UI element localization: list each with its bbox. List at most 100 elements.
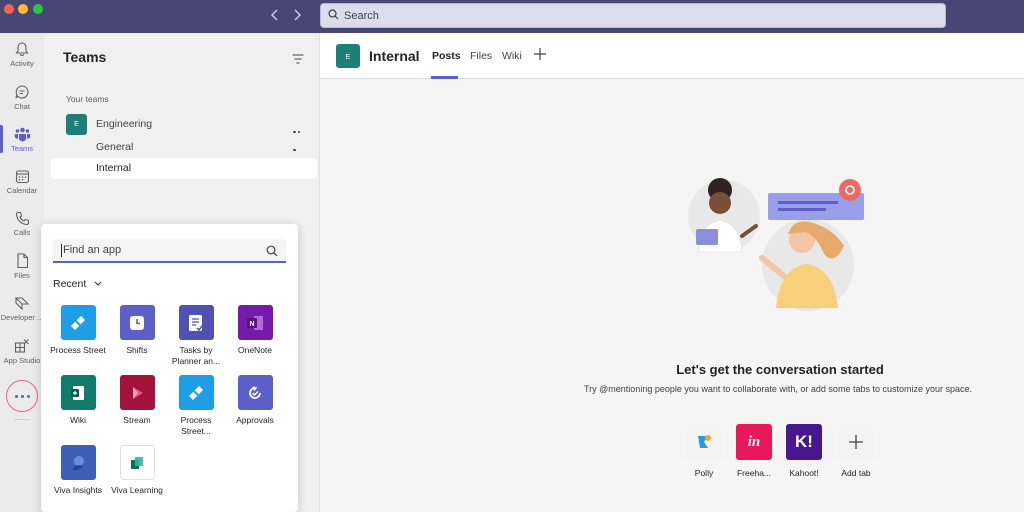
polly-icon — [686, 424, 722, 460]
add-tab-button[interactable]: Add tab — [826, 424, 886, 478]
recent-dropdown[interactable]: Recent — [53, 278, 102, 290]
more-dot — [26, 394, 30, 398]
rail-item-activity[interactable]: Activity — [0, 41, 44, 68]
team-avatar: E — [66, 113, 87, 135]
rail-item-developer[interactable]: Developer ... — [0, 295, 44, 322]
app-tile-viva-learning[interactable]: Viva Learning — [109, 445, 165, 496]
app-name: Viva Insights — [53, 485, 103, 495]
suggested-app-name: Add tab — [841, 468, 871, 478]
stream-icon — [119, 375, 155, 410]
phone-icon — [15, 211, 29, 226]
app-tile-process-street[interactable]: Process Street — [50, 305, 106, 356]
kahoot-icon: K! — [786, 424, 822, 460]
app-name: Process Street — [50, 345, 106, 355]
rail-item-app-studio[interactable]: App Studio — [0, 338, 44, 365]
app-flyout: Find an app Recent Process Street Shifts… — [41, 224, 298, 512]
rail-label: Files — [14, 271, 30, 280]
rail-label: Developer ... — [0, 313, 44, 322]
app-name: Stream — [123, 415, 151, 425]
team-more-options-icon[interactable] — [293, 120, 306, 156]
invision-freehand-icon: in — [736, 424, 772, 460]
onenote-icon: N — [237, 305, 273, 340]
filter-icon[interactable] — [292, 51, 304, 69]
app-tile-stream[interactable]: Stream — [109, 375, 165, 426]
channel-general[interactable]: General — [96, 141, 133, 153]
rail-item-calendar[interactable]: Calendar — [0, 169, 44, 195]
suggested-app-name: Freeha... — [736, 468, 772, 478]
approvals-icon — [237, 375, 273, 410]
app-tile-onenote[interactable]: N OneNote — [227, 305, 283, 356]
empty-state-subtitle: Try @mentioning people you want to colla… — [584, 384, 973, 394]
more-dots-icon — [14, 394, 18, 398]
rail-item-calls[interactable]: Calls — [0, 211, 44, 237]
wiki-icon — [60, 375, 96, 410]
channel-avatar: E — [336, 44, 360, 68]
app-studio-icon — [14, 339, 29, 353]
search-icon[interactable] — [266, 244, 278, 262]
app-name: Process Street... — [180, 415, 212, 436]
rail-item-chat[interactable]: Chat — [0, 84, 44, 111]
conversation-illustration — [688, 178, 864, 311]
search-icon — [328, 7, 339, 25]
app-name: Approvals — [236, 415, 274, 425]
rail-divider — [14, 419, 30, 420]
rail-label: Teams — [10, 144, 34, 153]
process-street-icon — [60, 305, 96, 340]
app-name: Tasks by Planner an... — [171, 345, 221, 366]
bell-icon — [15, 42, 29, 56]
channel-item-internal[interactable]: Internal — [51, 158, 317, 179]
channel-internal-label: Internal — [96, 162, 132, 174]
app-tile-approvals[interactable]: Approvals — [227, 375, 283, 426]
suggested-app-name: Kahoot! — [789, 468, 819, 478]
empty-state-title: Let's get the conversation started — [676, 362, 884, 377]
app-tile-wiki[interactable]: Wiki — [50, 375, 106, 426]
viva-learning-icon — [119, 445, 155, 480]
suggested-app-kahoot[interactable]: K! Kahoot! — [774, 424, 834, 478]
chat-icon — [15, 85, 29, 99]
find-app-input[interactable]: Find an app — [53, 239, 286, 263]
forward-arrow-icon[interactable] — [288, 6, 306, 24]
rail-label: Activity — [10, 59, 34, 68]
back-arrow-icon[interactable] — [266, 6, 284, 24]
app-name: Viva Learning — [111, 485, 163, 495]
minimize-window-button[interactable] — [18, 4, 28, 14]
team-name: Engineering — [96, 118, 153, 130]
app-name: Shifts — [126, 345, 148, 355]
app-tile-viva-insights[interactable]: Viva Insights — [50, 445, 106, 496]
team-row-engineering[interactable]: E Engineering — [66, 113, 306, 151]
title-bar: Search — [0, 0, 1024, 33]
rail-item-teams[interactable]: Teams — [0, 126, 44, 153]
find-app-placeholder: Find an app — [63, 244, 122, 256]
add-icon — [838, 424, 874, 460]
channel-main: E Internal Posts Files Wiki Let's get th… — [320, 33, 1024, 512]
rail-label: Chat — [14, 102, 30, 111]
more-apps-button[interactable] — [6, 380, 38, 412]
teams-icon — [14, 127, 30, 142]
app-name: OneNote — [237, 345, 273, 355]
app-name: Wiki — [69, 415, 87, 425]
search-input[interactable]: Search — [320, 3, 946, 28]
search-placeholder: Search — [344, 9, 379, 22]
chevron-down-icon — [94, 278, 102, 290]
app-tile-shifts[interactable]: Shifts — [109, 305, 165, 356]
file-icon — [16, 253, 28, 269]
rail-item-files[interactable]: Files — [0, 253, 44, 280]
rail-label: App Studio — [3, 356, 41, 365]
tab-files[interactable]: Files — [470, 50, 492, 62]
channel-header: E Internal Posts Files Wiki — [320, 33, 1024, 79]
svg-text:N: N — [249, 321, 254, 328]
active-tab-indicator — [431, 76, 458, 79]
suggested-app-name: Polly — [694, 468, 714, 478]
shifts-icon — [119, 305, 155, 340]
add-tab-plus-icon[interactable] — [533, 47, 547, 66]
rail-label: Calendar — [6, 186, 38, 195]
tab-posts[interactable]: Posts — [432, 50, 461, 62]
app-tile-process-street-2[interactable]: Process Street... — [168, 375, 224, 436]
process-street-icon — [178, 375, 214, 410]
tasks-planner-icon — [178, 305, 214, 340]
tab-wiki[interactable]: Wiki — [502, 50, 522, 62]
maximize-window-button[interactable] — [33, 4, 43, 14]
close-window-button[interactable] — [4, 4, 14, 14]
text-cursor — [61, 243, 62, 257]
app-tile-tasks-by-planner[interactable]: Tasks by Planner an... — [168, 305, 224, 366]
